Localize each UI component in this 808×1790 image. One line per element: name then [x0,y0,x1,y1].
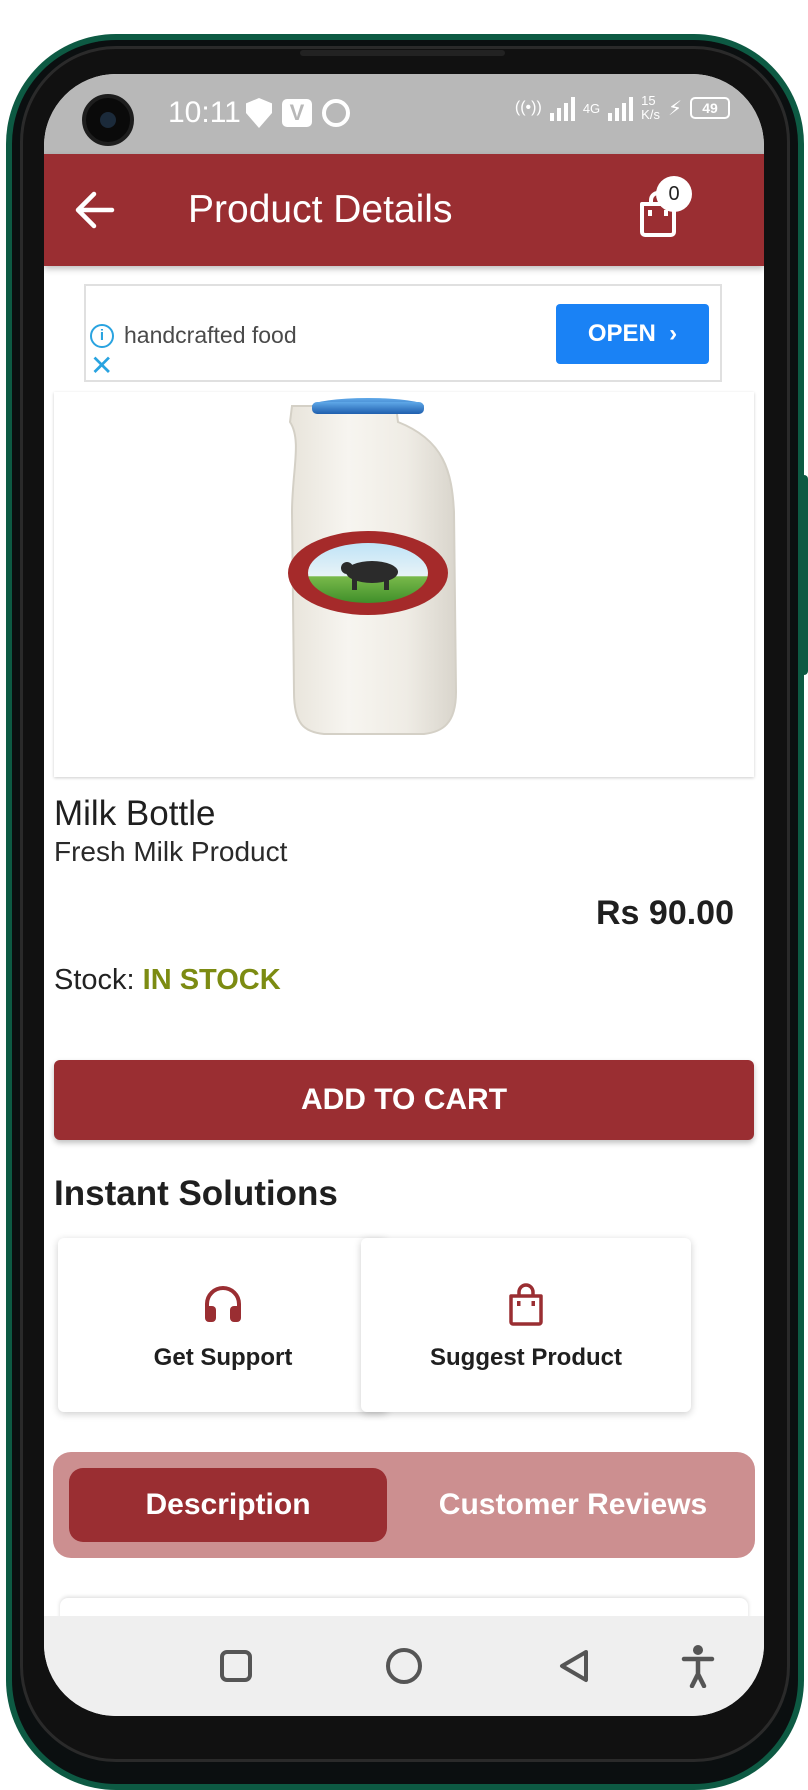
product-tabs: Description Customer Reviews [53,1452,755,1558]
get-support-label: Get Support [153,1344,293,1371]
charging-icon: ⚡ [667,97,682,120]
battery-icon: 49 [690,97,730,119]
ad-close-icon[interactable]: ✕ [90,352,113,380]
sync-icon [322,99,350,127]
hotspot-icon: ((•)) [514,99,542,116]
milk-bottle-image [288,398,458,735]
screen: 10:11 V ((•)) 4G 15 K/s ⚡ 49 Product Det… [44,74,764,1716]
phone-side-button [800,475,808,675]
signal-icon-2 [608,95,634,121]
page-title: Product Details [188,188,453,231]
product-price: Rs 90.00 [596,894,734,932]
headphones-icon [205,1286,241,1322]
instant-solutions-heading: Instant Solutions [54,1174,338,1213]
ad-banner[interactable]: i ✕ handcrafted food OPEN › [84,284,722,382]
vpn-app-icon: V [282,99,312,127]
tab-customer-reviews[interactable]: Customer Reviews [403,1468,743,1542]
chevron-right-icon: › [662,320,678,347]
ad-info-icon[interactable]: i [90,324,114,348]
back-arrow-icon[interactable] [72,188,118,232]
shield-icon [246,98,272,128]
status-time: 10:11 [168,96,241,129]
shopping-bag-icon [509,1283,543,1326]
nav-back-icon[interactable] [554,1646,594,1686]
cart-count-badge: 0 [656,176,692,212]
stock-status: Stock: IN STOCK [54,964,281,997]
app-bar: Product Details 0 [44,154,764,266]
add-to-cart-button[interactable]: ADD TO CART [54,1060,754,1140]
phone-speaker [300,50,505,56]
status-system-icons: ((•)) 4G 15 K/s ⚡ 49 [515,94,730,122]
product-name: Milk Bottle [54,794,216,833]
ad-text: handcrafted food [124,322,297,348]
network-speed: 15 K/s [641,93,660,122]
home-icon[interactable] [386,1648,422,1684]
ad-open-button[interactable]: OPEN › [556,304,709,364]
signal-icon [549,95,575,121]
stock-value: IN STOCK [142,964,281,996]
tab-description[interactable]: Description [69,1468,387,1542]
suggest-product-label: Suggest Product [429,1344,622,1371]
suggest-product-card[interactable]: Suggest Product [361,1238,691,1412]
get-support-card[interactable]: Get Support [58,1238,388,1412]
network-type: 4G [582,100,601,116]
recent-apps-icon[interactable] [220,1650,252,1682]
accessibility-icon[interactable] [680,1644,716,1688]
system-nav-bar [44,1616,764,1716]
status-bar: 10:11 V ((•)) 4G 15 K/s ⚡ 49 [44,74,764,154]
status-notification-icons: V [246,98,350,128]
product-subtitle: Fresh Milk Product [54,836,288,867]
front-camera [82,94,134,146]
stock-label: Stock: [54,964,135,996]
product-image [54,392,754,777]
